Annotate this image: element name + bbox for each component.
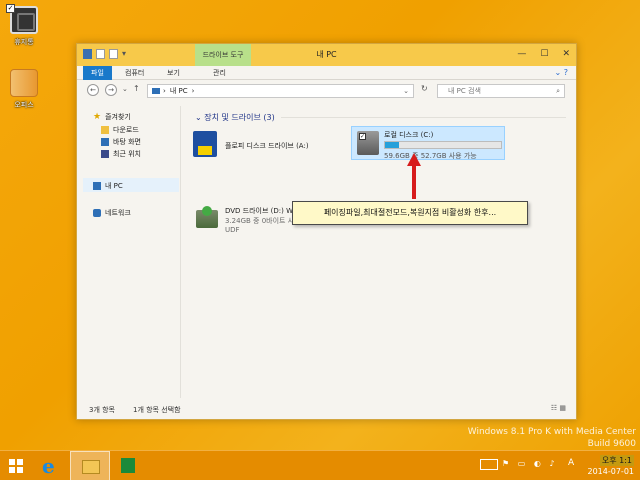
address-bar[interactable]: › 내 PC › ⌄ [147, 84, 414, 98]
star-icon: ★ [93, 112, 102, 122]
arrow-shaft [412, 165, 416, 199]
drive-name: 플로피 디스크 드라이브 (A:) [225, 142, 309, 150]
group-header[interactable]: ⌄ 장치 및 드라이브 (3) [195, 112, 275, 123]
address-text: 내 PC [169, 87, 188, 95]
view-toggle-icons[interactable]: ☷ ▦ [551, 404, 566, 412]
window-title: 내 PC [316, 50, 337, 59]
group-divider [281, 117, 566, 118]
tab-computer[interactable]: 컴퓨터 [117, 66, 152, 80]
recycle-bin-icon: ✓ [6, 4, 38, 34]
nav-label: 최근 위치 [113, 150, 141, 158]
usage-bar-fill [385, 142, 399, 148]
annotation-callout: 페이징파일,최대절전모드,복원지점 비활성화 한후... [292, 201, 528, 225]
clock-time: 오후 1:1 [599, 455, 634, 466]
status-item-count: 3개 항목 [89, 406, 115, 414]
nav-item-downloads[interactable]: 다운로드 [101, 125, 139, 135]
nav-item-desktop[interactable]: 바탕 화면 [101, 137, 141, 147]
nav-item-favorites[interactable]: ★ 즐겨찾기 [93, 112, 131, 122]
forward-icon[interactable]: → [105, 84, 117, 96]
checkbox-icon[interactable]: ✓ [359, 133, 366, 140]
address-row: ← → ⌄ ↑ › 내 PC › ⌄ ↻ 내 PC 검색 ⌕ [77, 80, 576, 102]
refresh-icon[interactable]: ↻ [421, 84, 428, 93]
local-disk-icon: ✓ [357, 131, 379, 155]
search-placeholder: 내 PC 검색 [448, 87, 481, 95]
address-dropdown-icon[interactable]: ⌄ [403, 85, 409, 97]
up-icon[interactable]: ↑ [133, 84, 140, 93]
window-controls: — ☐ ✕ [517, 49, 570, 59]
input-language-indicator[interactable]: A [568, 458, 574, 468]
navigation-pane: ★ 즐겨찾기 다운로드 바탕 화면 최근 위치 내 PC 네트워크 [77, 106, 181, 398]
desktop-icon-label: 휴지통 [14, 38, 34, 46]
maximize-button[interactable]: ☐ [540, 49, 548, 59]
touch-keyboard-icon[interactable] [480, 459, 498, 470]
downloads-icon [101, 126, 109, 134]
status-selected-count: 1개 항목 선택함 [133, 406, 181, 414]
drive-space: 59.6GB 중 52.7GB 사용 가능 [384, 152, 477, 160]
nav-item-network[interactable]: 네트워크 [93, 208, 131, 218]
group-title: 장치 및 드라이브 (3) [204, 113, 275, 122]
red-arrow-annotation [407, 153, 421, 199]
explorer-icon [82, 460, 100, 474]
content-pane: ⌄ 장치 및 드라이브 (3) 플로피 디스크 드라이브 (A:) DVD 드라… [181, 106, 576, 398]
desktop-icon-office[interactable]: 오피스 [4, 69, 44, 110]
ie-icon: e [42, 454, 55, 478]
dvd-drive-icon [196, 206, 218, 228]
floppy-drive-icon [193, 131, 217, 157]
os-watermark: Windows 8.1 Pro K with Media Center Buil… [468, 426, 636, 450]
watermark-edition: Windows 8.1 Pro K with Media Center [467, 427, 636, 437]
start-icon [9, 459, 23, 473]
search-input[interactable]: 내 PC 검색 ⌕ [437, 84, 565, 98]
nav-label: 네트워크 [105, 209, 131, 217]
title-bar[interactable]: ▾ 드라이브 도구 내 PC — ☐ ✕ [77, 44, 576, 66]
desktop-icon [101, 138, 109, 146]
tab-manage[interactable]: 관리 [205, 66, 234, 80]
minimize-button[interactable]: — [517, 49, 526, 59]
tray-icons[interactable]: ⚑ ▭ ◐ ♪ [502, 459, 557, 468]
taskbar: e ⚑ ▭ ◐ ♪ A 오후 1:1 2014-07-01 [0, 450, 640, 480]
nav-item-this-pc[interactable]: 내 PC [93, 181, 123, 191]
taskbar-store[interactable] [116, 451, 140, 480]
checkbox-icon[interactable]: ✓ [6, 4, 15, 13]
taskbar-internet-explorer[interactable]: e [38, 451, 62, 480]
store-icon [121, 458, 135, 473]
back-icon[interactable]: ← [87, 84, 99, 96]
office-icon [10, 69, 38, 97]
drive-local-c[interactable]: ✓ 로컬 디스크 (C:) 59.6GB 중 52.7GB 사용 가능 [351, 126, 505, 160]
ribbon-tabs: 파일 컴퓨터 보기 관리 ⌄ ? [77, 66, 576, 80]
status-bar: 3개 항목 1개 항목 선택함 ☷ ▦ [77, 397, 576, 419]
help-icon[interactable]: ⌄ ? [555, 68, 569, 77]
pc-icon [152, 88, 160, 94]
drive-name: 로컬 디스크 (C:) [384, 131, 434, 139]
nav-label: 다운로드 [113, 126, 139, 134]
usage-bar [384, 141, 502, 149]
nav-item-recent[interactable]: 최근 위치 [101, 149, 141, 159]
desktop-icon-recycle-bin[interactable]: ✓ 휴지통 [4, 4, 44, 47]
recent-locations-icon[interactable]: ⌄ [122, 85, 128, 93]
taskbar-file-explorer[interactable] [70, 451, 110, 480]
system-tray: ⚑ ▭ ◐ ♪ A 오후 1:1 2014-07-01 [480, 451, 640, 480]
tab-file[interactable]: 파일 [83, 66, 112, 80]
network-icon [93, 209, 101, 217]
search-icon: ⌕ [556, 87, 560, 95]
nav-label: 즐겨찾기 [105, 113, 131, 121]
nav-label: 바탕 화면 [113, 138, 141, 146]
pc-icon [93, 182, 101, 190]
desktop-icon-label: 오피스 [14, 101, 34, 109]
clock-date: 2014-07-01 [587, 467, 635, 476]
clock[interactable]: 오후 1:1 2014-07-01 [587, 455, 635, 477]
recent-icon [101, 150, 109, 158]
watermark-build: Build 9600 [587, 439, 636, 449]
explorer-window: ▾ 드라이브 도구 내 PC — ☐ ✕ 파일 컴퓨터 보기 관리 ⌄ ? ← … [76, 43, 577, 420]
start-button[interactable] [4, 451, 28, 480]
close-button[interactable]: ✕ [562, 49, 570, 59]
drive-filesystem: UDF [225, 226, 240, 234]
nav-label: 내 PC [105, 182, 123, 190]
collapse-icon: ⌄ [195, 113, 205, 122]
tab-view[interactable]: 보기 [159, 66, 188, 80]
